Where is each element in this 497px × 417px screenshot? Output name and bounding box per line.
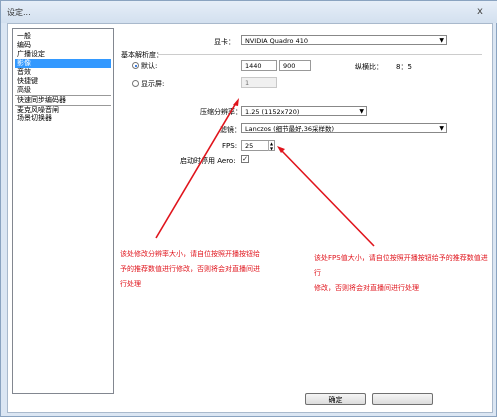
- cancel-button[interactable]: [372, 393, 433, 405]
- ok-button[interactable]: 确定: [305, 393, 366, 405]
- left-arrow-head: [233, 98, 239, 106]
- right-arrow-line: [280, 149, 375, 247]
- left-annotation-line: 行处理: [120, 280, 141, 288]
- window-title: 设定...: [7, 8, 31, 17]
- right-annotation-line: 该处FPS值大小，请自位按照开播按钮给予的推荐数值进行: [314, 254, 488, 277]
- annotation-arrows: [155, 98, 375, 247]
- left-annotation: 该处修改分辨率大小，请自位按照开播按钮给 予的推荐数值进行修改，否则将会对直播间…: [120, 247, 260, 292]
- settings-content: 一般 编码 广播设定 影像 音效 快捷键 高级 快速同步编码器 麦克风噪音闸 场…: [7, 23, 493, 413]
- left-annotation-line: 予的推荐数值进行修改，否则将会对直播间进: [120, 265, 260, 273]
- left-annotation-line: 该处修改分辨率大小，请自位按照开播按钮给: [120, 250, 260, 258]
- settings-window: 设定... x 一般 编码 广播设定 影像 音效 快捷键 高级 快速同步编码器 …: [0, 0, 497, 417]
- title-bar: 设定... x: [1, 1, 497, 23]
- right-annotation: 该处FPS值大小，请自位按照开播按钮给予的推荐数值进行 修改，否则将会对直播间进…: [314, 251, 492, 296]
- close-icon[interactable]: x: [468, 5, 492, 19]
- left-arrow-line: [155, 102, 237, 239]
- right-annotation-line: 修改，否则将会对直播间进行处理: [314, 284, 419, 292]
